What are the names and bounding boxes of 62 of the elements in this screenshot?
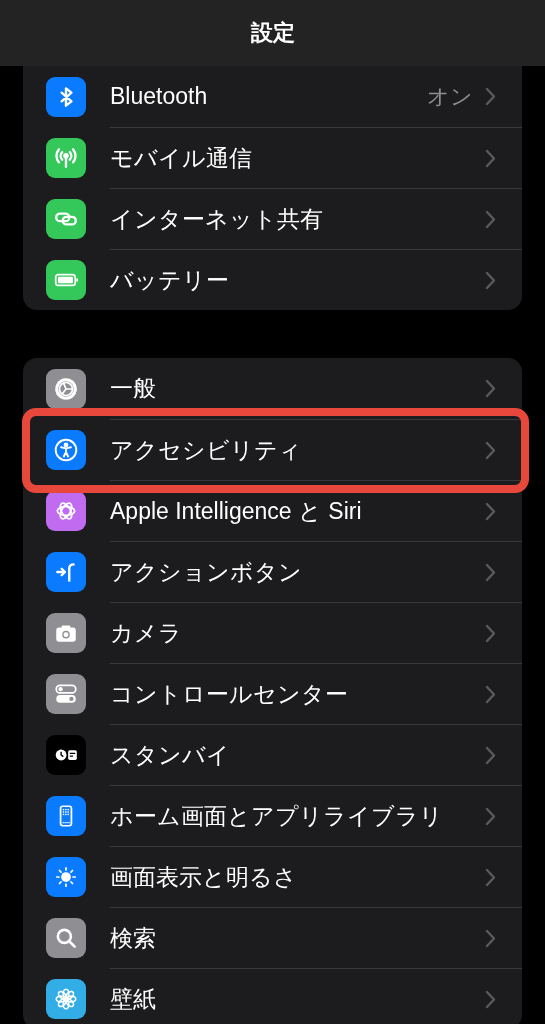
settings-row[interactable]: 一般 (23, 358, 522, 419)
chevron-icon (485, 989, 496, 1009)
row-value: オン (427, 82, 473, 111)
camera-icon (46, 612, 86, 653)
accessibility-icon (46, 429, 86, 470)
toggles-icon (46, 673, 86, 714)
row-label: 壁紙 (110, 984, 157, 1014)
chevron-icon (485, 806, 496, 826)
chevron-icon (485, 379, 496, 398)
page-title: 設定 (250, 19, 295, 47)
row-label: コントロールセンター (110, 679, 349, 709)
antenna-icon (46, 137, 86, 178)
bluetooth-icon (46, 76, 86, 117)
settings-row[interactable]: コントロールセンター (23, 663, 522, 724)
settings-row[interactable]: 画面表示と明るさ (23, 846, 522, 907)
row-label: 一般 (110, 374, 157, 403)
chevron-icon (485, 148, 496, 168)
chevron-icon (485, 209, 496, 229)
row-label: カメラ (110, 618, 183, 648)
settings-row[interactable]: 検索 (23, 907, 522, 968)
chevron-icon (485, 562, 496, 582)
row-label: インターネット共有 (110, 204, 324, 234)
arrow-bracket-icon (46, 551, 86, 592)
chevron-icon (485, 623, 496, 643)
clock-widget-icon (46, 734, 86, 775)
search-icon (46, 917, 86, 958)
settings-row[interactable]: バッテリー (23, 249, 522, 310)
chevron-icon (485, 928, 496, 948)
settings-row[interactable]: アクセシビリティ (23, 419, 522, 480)
phone-grid-icon (46, 795, 86, 836)
row-label: ホーム画面とアプリライブラリ (110, 801, 444, 831)
battery-icon (46, 259, 86, 300)
row-label: バッテリー (110, 265, 230, 295)
settings-row[interactable]: ホーム画面とアプリライブラリ (23, 785, 522, 846)
settings-row[interactable]: アクションボタン (23, 541, 522, 602)
chevron-icon (485, 684, 496, 704)
row-label: アクセシビリティ (110, 435, 303, 465)
sparkle-ring-icon (46, 490, 86, 531)
settings-row[interactable]: Apple Intelligence と Siri (23, 480, 522, 541)
settings-row[interactable]: スタンバイ (23, 724, 522, 785)
row-label: 画面表示と明るさ (110, 862, 298, 892)
chevron-icon (485, 867, 496, 887)
row-label: Bluetooth (110, 83, 209, 110)
sun-icon (46, 856, 86, 897)
chevron-icon (485, 270, 496, 290)
chevron-icon (485, 440, 496, 460)
chevron-icon (485, 745, 496, 765)
row-label: Apple Intelligence と Siri (110, 496, 363, 526)
row-label: アクションボタン (110, 557, 303, 587)
settings-row[interactable]: カメラ (23, 602, 522, 663)
chevron-icon (485, 87, 496, 106)
link-icon (46, 198, 86, 239)
row-label: モバイル通信 (110, 143, 253, 173)
settings-row[interactable]: モバイル通信 (23, 127, 522, 188)
settings-row[interactable]: インターネット共有 (23, 188, 522, 249)
row-label: 検索 (110, 923, 157, 953)
chevron-icon (485, 501, 496, 521)
settings-row[interactable]: 壁紙 (23, 968, 522, 1024)
row-label: スタンバイ (110, 740, 231, 770)
flower-icon (46, 978, 86, 1019)
settings-row[interactable]: Bluetooth オン (23, 66, 522, 127)
gear-icon (46, 368, 86, 409)
